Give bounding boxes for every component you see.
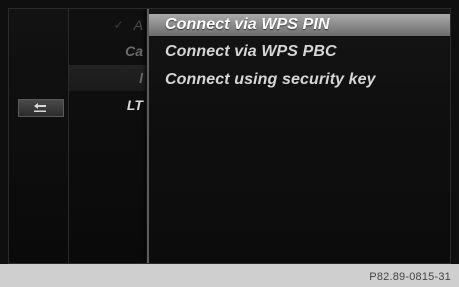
menu-item-connect-wps-pbc[interactable]: Connect via WPS PBC bbox=[149, 41, 450, 63]
display-screen: ✓ A Ca l LT Connect via WPS PIN Connect … bbox=[8, 8, 451, 264]
background-menu-list: ✓ A Ca l LT bbox=[69, 9, 147, 263]
back-arrow-icon bbox=[34, 103, 46, 112]
reference-code: P82.89-0815-31 bbox=[369, 271, 451, 283]
checkmark-icon: ✓ bbox=[113, 18, 124, 32]
connection-options-menu: Connect via WPS PIN Connect via WPS PBC … bbox=[147, 9, 450, 263]
back-button[interactable] bbox=[18, 99, 64, 117]
reference-bar: P82.89-0815-31 bbox=[0, 264, 459, 287]
list-item: Ca bbox=[125, 43, 143, 59]
list-item: LT bbox=[126, 97, 143, 113]
left-column bbox=[9, 9, 69, 263]
list-item: l bbox=[69, 65, 146, 91]
menu-item-connect-wps-pin[interactable]: Connect via WPS PIN bbox=[149, 14, 450, 36]
list-item: ✓ A bbox=[113, 17, 143, 33]
menu-item-connect-security-key[interactable]: Connect using security key bbox=[149, 69, 450, 91]
